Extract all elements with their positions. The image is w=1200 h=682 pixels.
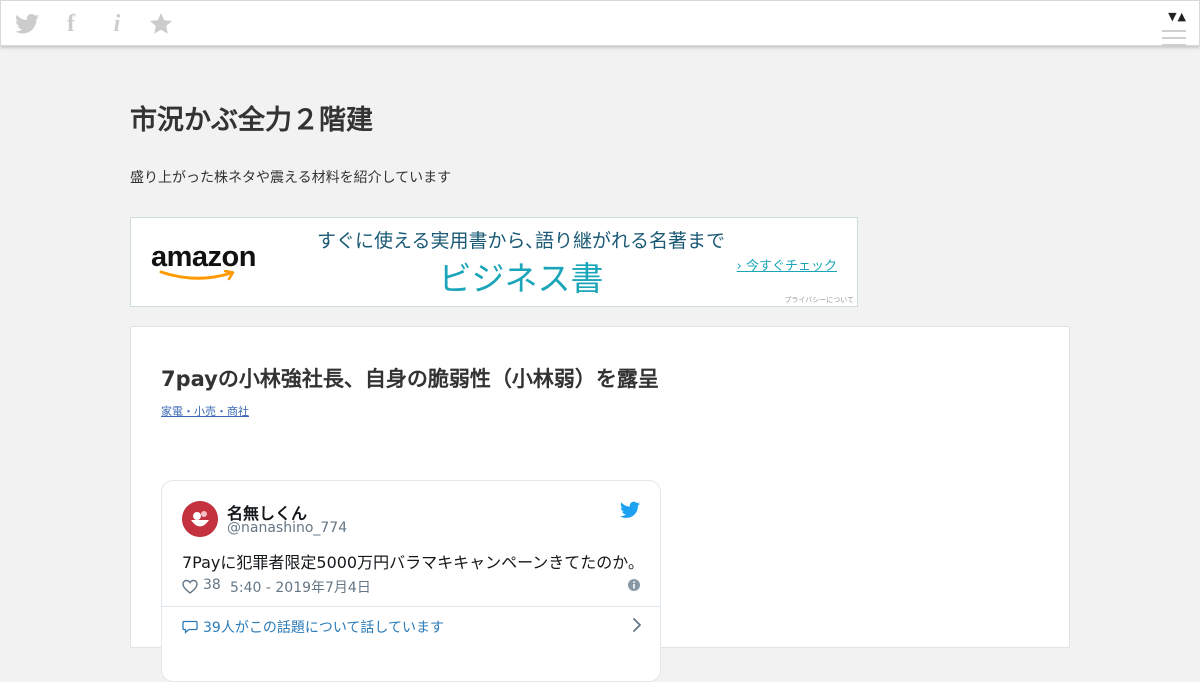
amazon-logo: amazon (151, 240, 271, 286)
chevron-right-icon[interactable] (632, 617, 642, 633)
collapse-arrows-icon[interactable]: ▼▲ (1168, 10, 1187, 23)
tweet-meta: 38 5:40 - 2019年7月4日 (182, 577, 640, 597)
embedded-tweet[interactable]: 名無しくん @nanashino_774 7Payに犯罪者限定5000万円バラマ… (161, 480, 661, 682)
star-icon[interactable] (149, 12, 173, 36)
ad-tagline: すぐに使える実用書から､語り継がれる名著まで (317, 230, 725, 252)
hamburger-menu-icon[interactable] (1162, 30, 1186, 51)
tweet-like-count[interactable]: 38 (203, 577, 221, 593)
info-glyph: i (113, 11, 121, 37)
tweet-author-handle[interactable]: @nanashino_774 (227, 520, 347, 536)
tweet-timestamp[interactable]: 5:40 - 2019年7月4日 (230, 577, 371, 597)
tweet-divider (162, 606, 660, 607)
ad-check-now-link[interactable]: › 今すぐチェック (737, 255, 837, 274)
twitter-bird-shape (15, 14, 39, 34)
site-title[interactable]: 市況かぶ全力２階建 (130, 102, 373, 140)
speech-bubble-icon (182, 620, 198, 634)
tweet-conversation-label: 39人がこの話題について話しています (203, 620, 444, 636)
heart-icon[interactable] (182, 579, 198, 595)
info-circle-icon[interactable] (628, 579, 640, 591)
tweet-text: 7Payに犯罪者限定5000万円バラマキキャンペーンきてたのか。 (182, 553, 644, 572)
site-description: 盛り上がった株ネタや震える材料を紹介しています (130, 170, 452, 186)
avatar[interactable] (182, 501, 218, 537)
twitter-bird-icon[interactable] (620, 501, 640, 519)
amazon-ad-banner[interactable]: amazon すぐに使える実用書から､語り継がれる名著まで ビジネス書 › 今す… (130, 217, 858, 307)
tweet-conversation-link[interactable]: 39人がこの話題について話しています (182, 617, 444, 637)
avatar-image (182, 501, 218, 537)
amazon-smile-icon (159, 270, 235, 281)
ad-privacy-link[interactable]: プライバシーについて (784, 295, 854, 305)
star-shape (150, 13, 172, 34)
share-toolbar: f i ▼▲ (0, 0, 1200, 46)
amazon-logo-text: amazon (151, 241, 256, 273)
ad-headline: ビジネス書 (438, 259, 604, 298)
article-title[interactable]: 7payの小林強社長、自身の脆弱性（小林弱）を露呈 (161, 365, 659, 393)
twitter-icon[interactable] (15, 12, 39, 36)
article-card: 7payの小林強社長、自身の脆弱性（小林弱）を露呈 家電・小売・商社 名無しくん… (130, 326, 1070, 682)
facebook-icon[interactable]: f (59, 12, 83, 36)
info-icon[interactable]: i (105, 12, 129, 36)
article-category-link[interactable]: 家電・小売・商社 (161, 403, 249, 419)
facebook-glyph: f (67, 11, 75, 37)
